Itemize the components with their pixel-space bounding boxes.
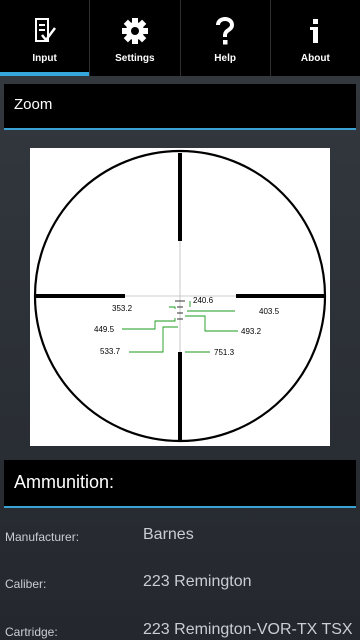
reticle-post-bottom <box>178 352 182 441</box>
caliber-value: 223 Remington <box>143 573 252 590</box>
ammunition-header: Ammunition: <box>4 460 356 508</box>
ammunition-title: Ammunition: <box>14 472 115 492</box>
reticle-post-top <box>178 153 182 241</box>
tab-bar: Input Settings Help About <box>0 0 360 76</box>
reticle-post-right <box>236 294 325 298</box>
reticle-label-240: 240.6 <box>193 296 214 305</box>
ammunition-header-underline <box>4 506 356 508</box>
reticle-label-449: 449.5 <box>94 325 115 334</box>
gear-icon <box>120 16 150 46</box>
zoom-header-underline <box>4 128 356 130</box>
app-screen: Input Settings Help About Zoom 240.6 403… <box>0 0 360 640</box>
reticle-diagram: 240.6 403.5 353.2 493.2 449.5 533.7 751.… <box>33 149 327 443</box>
ammo-row-manufacturer[interactable]: Manufacturer: Barnes <box>0 512 360 560</box>
reticle-label-353: 353.2 <box>112 304 133 313</box>
manufacturer-value: Barnes <box>143 526 194 543</box>
input-checklist-icon <box>30 16 60 46</box>
tab-about[interactable]: About <box>271 0 360 76</box>
zoom-title: Zoom <box>14 96 53 113</box>
question-icon <box>210 16 240 46</box>
manufacturer-label: Manufacturer: <box>5 530 80 544</box>
tab-about-label: About <box>300 53 330 64</box>
ammo-row-cartridge[interactable]: Cartridge: 223 Remington-VOR-TX TSX <box>0 608 360 640</box>
tab-settings[interactable]: Settings <box>90 0 181 76</box>
tab-input-label: Input <box>32 53 57 64</box>
tab-settings-label: Settings <box>115 53 155 64</box>
reticle-label-493: 493.2 <box>241 327 262 336</box>
caliber-label: Caliber: <box>5 577 47 591</box>
ammo-row-caliber[interactable]: Caliber: 223 Remington <box>0 560 360 608</box>
tab-help-label: Help <box>214 53 236 64</box>
zoom-header: Zoom <box>4 84 356 130</box>
info-icon <box>300 16 330 46</box>
tab-help[interactable]: Help <box>181 0 271 76</box>
tab-input[interactable]: Input <box>0 0 91 76</box>
reticle-view[interactable]: 240.6 403.5 353.2 493.2 449.5 533.7 751.… <box>30 148 330 446</box>
cartridge-value: 223 Remington-VOR-TX TSX <box>143 621 353 638</box>
reticle-label-533: 533.7 <box>100 347 121 356</box>
cartridge-label: Cartridge: <box>5 625 58 639</box>
reticle-post-left <box>36 294 125 298</box>
reticle-label-403: 403.5 <box>259 307 280 316</box>
reticle-label-751: 751.3 <box>214 348 235 357</box>
